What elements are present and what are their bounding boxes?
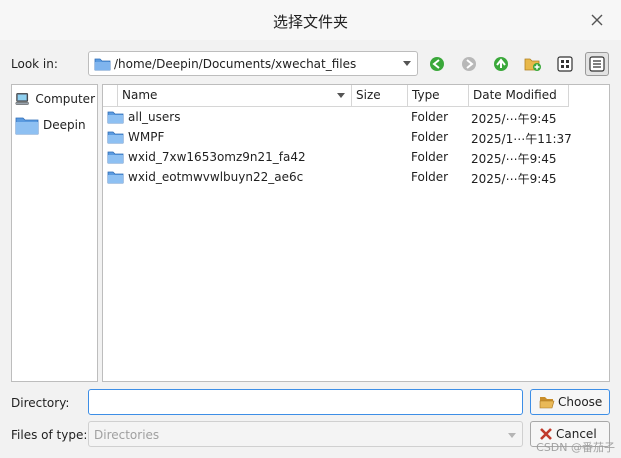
places-sidebar: Computer Deepin (11, 84, 98, 382)
column-header-row: Name Size Type Date Modified (103, 85, 569, 107)
folder-icon (107, 171, 124, 184)
column-header-spacer (103, 85, 118, 106)
row-name: WMPF (128, 130, 165, 144)
files-of-type-combo[interactable]: Directories (88, 421, 523, 447)
look-in-label: Look in: (11, 57, 58, 71)
title-bar: 选择文件夹 (0, 0, 621, 40)
row-date: 2025/⋯午9:45 (471, 172, 557, 186)
file-list: Name Size Type Date Modified all_users F… (102, 84, 610, 382)
computer-icon (15, 93, 29, 105)
column-header-size[interactable]: Size (352, 85, 408, 106)
folder-icon (107, 111, 124, 124)
sidebar-item-label: Deepin (43, 118, 86, 132)
directory-input[interactable] (88, 389, 523, 415)
row-type: Folder (411, 130, 449, 144)
window-title: 选择文件夹 (272, 13, 348, 31)
up-arrow-icon (494, 57, 508, 71)
folder-icon (107, 151, 124, 164)
choose-button-label: Choose (558, 395, 603, 409)
look-in-path: /home/Deepin/Documents/xwechat_files (114, 57, 357, 71)
table-row[interactable]: WMPF Folder 2025/1⋯午11:37 (103, 127, 572, 147)
row-date: 2025/⋯午9:45 (471, 112, 557, 126)
folder-icon (15, 117, 39, 135)
row-type: Folder (411, 110, 449, 124)
close-icon (591, 14, 603, 26)
back-button[interactable] (425, 52, 449, 76)
folder-icon (107, 131, 124, 144)
row-name: wxid_eotmwvwlbuyn22_ae6c (128, 170, 304, 184)
sort-descending-icon (337, 93, 345, 98)
choose-button[interactable]: Choose (530, 389, 610, 415)
open-folder-icon (539, 397, 555, 409)
row-date: 2025/⋯午9:45 (471, 152, 557, 166)
column-header-label: Date Modified (473, 88, 557, 102)
look-in-combo[interactable]: /home/Deepin/Documents/xwechat_files (88, 51, 418, 76)
row-name: all_users (128, 110, 181, 124)
row-type: Folder (411, 150, 449, 164)
files-of-type-label: Files of type: (11, 428, 88, 442)
list-view-icon (557, 56, 573, 72)
detail-view-button[interactable] (585, 52, 609, 76)
row-date: 2025/1⋯午11:37 (471, 132, 572, 146)
sidebar-item-deepin[interactable]: Deepin (15, 114, 95, 136)
back-arrow-icon (430, 57, 444, 71)
row-type: Folder (411, 170, 449, 184)
column-header-date-modified[interactable]: Date Modified (469, 85, 569, 106)
file-dialog: Look in: /home/Deepin/Documents/xwechat_… (0, 40, 621, 458)
table-row[interactable]: wxid_eotmwvwlbuyn22_ae6c Folder 2025/⋯午9… (103, 167, 569, 187)
watermark: CSDN @番茄子 (536, 441, 615, 454)
sidebar-item-computer[interactable]: Computer (15, 88, 95, 110)
folder-icon (94, 56, 111, 74)
parent-dir-button[interactable] (489, 52, 513, 76)
list-view-button[interactable] (553, 52, 577, 76)
forward-arrow-icon (462, 57, 476, 71)
chevron-down-icon (403, 61, 411, 66)
close-button[interactable] (587, 10, 607, 30)
sidebar-item-label: Computer (35, 92, 95, 106)
files-of-type-value: Directories (94, 428, 160, 442)
column-header-label: Type (412, 88, 440, 102)
new-folder-icon (524, 58, 541, 71)
table-row[interactable]: wxid_7xw1653omz9n21_fa42 Folder 2025/⋯午9… (103, 147, 569, 167)
row-name: wxid_7xw1653omz9n21_fa42 (128, 150, 306, 164)
column-header-type[interactable]: Type (408, 85, 469, 106)
column-header-name[interactable]: Name (118, 85, 352, 106)
column-header-label: Size (356, 88, 381, 102)
detail-view-icon (589, 56, 605, 72)
chevron-down-icon (508, 433, 516, 438)
directory-label: Directory: (11, 396, 70, 410)
column-header-label: Name (122, 88, 158, 102)
new-folder-button[interactable] (521, 52, 545, 76)
table-row[interactable]: all_users Folder 2025/⋯午9:45 (103, 107, 569, 127)
forward-button[interactable] (457, 52, 481, 76)
